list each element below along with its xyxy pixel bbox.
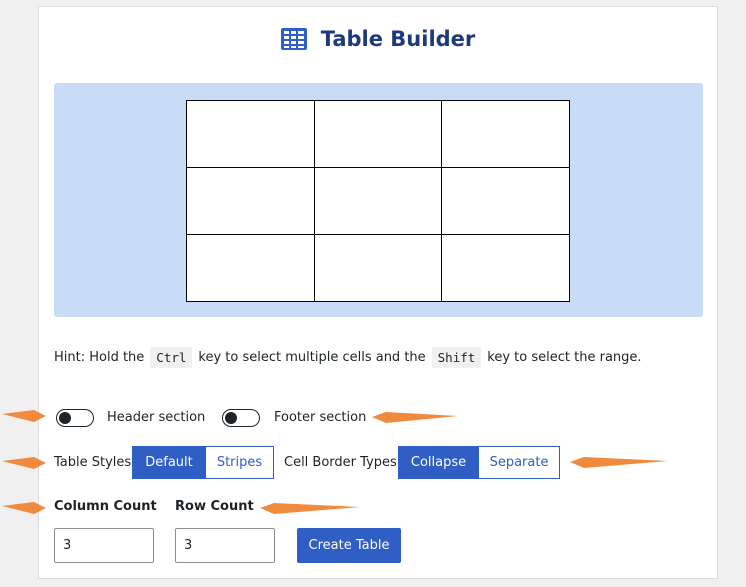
arrow-left-icon xyxy=(260,503,360,514)
annotation-arrows xyxy=(2,410,668,514)
arrow-left-icon xyxy=(372,412,458,423)
arrow-right-icon xyxy=(2,502,46,514)
arrow-right-icon xyxy=(2,457,46,469)
arrow-right-icon xyxy=(2,410,46,422)
arrow-left-icon xyxy=(570,457,668,468)
